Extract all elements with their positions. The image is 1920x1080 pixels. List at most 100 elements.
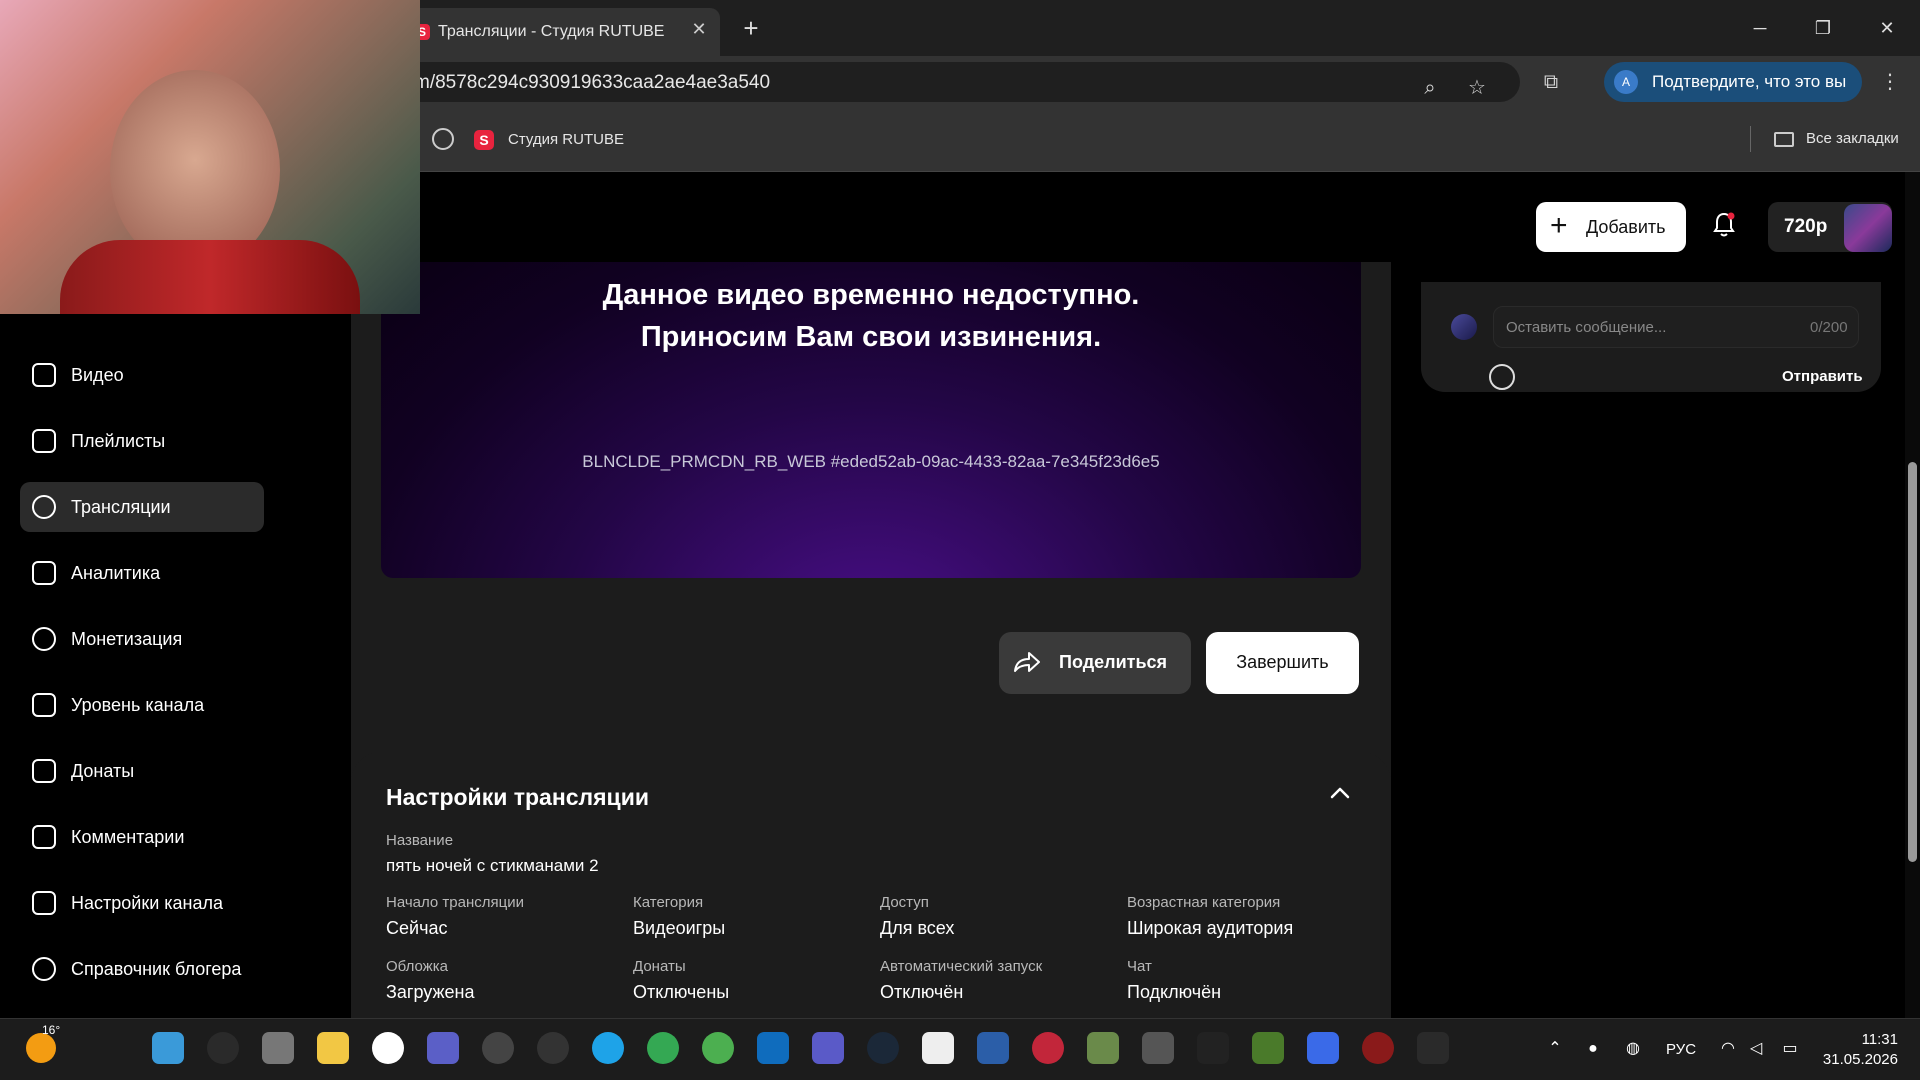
sidebar-item-2[interactable]: Трансляции (20, 482, 264, 532)
globe-icon[interactable] (432, 128, 454, 150)
clock-time[interactable]: 11:31 (1818, 1031, 1898, 1048)
app-icon[interactable] (1417, 1032, 1449, 1064)
profile-avatar: A (1614, 70, 1638, 94)
battery-icon[interactable]: ▭ (1780, 1039, 1800, 1059)
epic-games-icon[interactable] (1197, 1032, 1229, 1064)
app-icon[interactable] (812, 1032, 844, 1064)
app-icon[interactable] (1087, 1032, 1119, 1064)
setting-label: Доступ (880, 894, 929, 911)
extensions-icon[interactable]: ⧉ (1533, 64, 1569, 100)
language-indicator[interactable]: РУС (1666, 1041, 1696, 1058)
chevron-up-icon[interactable] (1329, 782, 1351, 804)
menu-icon[interactable]: ⋮ (1872, 64, 1908, 100)
app-icon[interactable] (1362, 1032, 1394, 1064)
stream-player-card: Данное видео временно недоступно. Принос… (351, 262, 1391, 812)
sidebar-item-1[interactable]: Плейлисты (20, 416, 264, 466)
weather-icon[interactable] (26, 1033, 56, 1063)
sidebar-item-label: Монетизация (71, 629, 183, 649)
bookmark-star-icon[interactable]: ☆ (1459, 70, 1495, 106)
sidebar-item-3[interactable]: Аналитика (20, 548, 264, 598)
task-view-icon[interactable] (262, 1032, 294, 1064)
volume-icon[interactable]: ◁ (1746, 1039, 1766, 1059)
sidebar-item-5[interactable]: Уровень канала (20, 680, 264, 730)
app-icon[interactable] (977, 1032, 1009, 1064)
scroll-thumb[interactable] (1908, 462, 1917, 862)
sidebar-item-0[interactable]: Видео (20, 350, 264, 400)
verify-identity-button[interactable]: A Подтвердите, что это вы (1604, 62, 1862, 102)
sidebar-item-4[interactable]: Монетизация (20, 614, 264, 664)
chat-message-input[interactable]: Оставить сообщение... 0/200 (1493, 306, 1859, 348)
video-icon (32, 363, 56, 387)
all-bookmarks-label: Все закладки (1806, 130, 1899, 147)
sidebar-item-label: Трансляции (71, 497, 171, 517)
app-icon[interactable] (922, 1032, 954, 1064)
sidebar-item-8[interactable]: Настройки канала (20, 878, 264, 928)
restore-button[interactable]: ❐ (1803, 14, 1843, 42)
all-bookmarks[interactable]: Все закладки (1774, 130, 1899, 147)
bookmark-separator (1750, 126, 1751, 152)
start-icon[interactable] (152, 1032, 184, 1064)
vpn-icon[interactable]: ◍ (1623, 1039, 1643, 1059)
zoom-icon[interactable]: ⌕ (1412, 70, 1448, 106)
clock-date[interactable]: 31.05.2026 (1818, 1051, 1898, 1068)
chrome-icon[interactable] (647, 1032, 679, 1064)
tab-title: Трансляции - Студия RUTUBE (438, 23, 665, 40)
stream-settings-card: Настройки трансляции Название пять ночей… (351, 752, 1391, 1018)
search-icon[interactable] (207, 1032, 239, 1064)
app-icon[interactable] (537, 1032, 569, 1064)
steam-icon[interactable] (867, 1032, 899, 1064)
send-button[interactable]: Отправить (1782, 368, 1863, 385)
bookmark-studio-rutube[interactable]: S Студия RUTUBE (474, 130, 624, 150)
url-text[interactable]: m/8578c294c930919633caa2ae4ae3a540 (414, 72, 770, 94)
file-explorer-icon[interactable] (317, 1032, 349, 1064)
sidebar-item-label: Уровень канала (71, 695, 205, 715)
bell-icon[interactable] (1712, 212, 1736, 238)
sidebar-item-label: Аналитика (71, 563, 161, 583)
microphone-icon[interactable]: ● (1583, 1039, 1603, 1059)
store-icon[interactable] (757, 1032, 789, 1064)
app-icon[interactable] (1142, 1032, 1174, 1064)
gear-icon (32, 891, 56, 915)
setting-label: Донаты (633, 958, 686, 975)
info-icon (32, 957, 56, 981)
utorrent-icon[interactable] (702, 1032, 734, 1064)
setting-value: Широкая аудитория (1127, 918, 1294, 938)
channel-avatar[interactable] (1844, 204, 1892, 252)
wallet-icon (32, 759, 56, 783)
broadcast-icon (32, 495, 56, 519)
tray-overflow-icon[interactable]: ⌃ (1545, 1039, 1565, 1059)
sidebar-item-label: Настройки канала (71, 893, 224, 913)
end-stream-button[interactable]: Завершить (1206, 632, 1359, 694)
teams-icon[interactable] (427, 1032, 459, 1064)
setting-value: Отключён (880, 982, 964, 1002)
unavailable-message: Данное видео временно недоступно. Принос… (381, 274, 1361, 358)
app-icon[interactable] (1032, 1032, 1064, 1064)
close-window-button[interactable]: ✕ (1867, 14, 1907, 42)
minecraft-icon[interactable] (1252, 1032, 1284, 1064)
tab-close-icon[interactable]: ✕ (688, 18, 710, 40)
share-button[interactable]: Поделиться (999, 632, 1191, 694)
quality-selector[interactable]: 720p (1768, 202, 1892, 252)
bookmark-label: Студия RUTUBE (508, 130, 624, 148)
sidebar-item-7[interactable]: Комментарии (20, 812, 264, 862)
address-bar[interactable]: m/8578c294c930919633caa2ae4ae3a540 ⌕ ☆ (300, 62, 1520, 102)
sidebar-item-9[interactable]: Справочник блогера (20, 944, 264, 994)
add-button[interactable]: + Добавить (1536, 202, 1686, 252)
page-scrollbar[interactable] (1905, 172, 1920, 1018)
analytics-icon (32, 561, 56, 585)
roblox-icon[interactable] (1307, 1032, 1339, 1064)
settings-title: Настройки трансляции (386, 784, 649, 810)
new-tab-button[interactable]: + (736, 14, 766, 44)
browser-tab[interactable]: S Трансляции - Студия RUTUBE ✕ (400, 8, 720, 56)
folder-icon (1774, 131, 1794, 147)
sidebar-item-6[interactable]: Донаты (20, 746, 264, 796)
minimize-button[interactable]: ─ (1740, 14, 1780, 42)
edge-icon[interactable] (592, 1032, 624, 1064)
emoji-icon[interactable] (1489, 364, 1515, 390)
yandex-browser-icon[interactable] (372, 1032, 404, 1064)
wifi-icon[interactable]: ◠ (1718, 1039, 1738, 1059)
app-icon[interactable] (482, 1032, 514, 1064)
unavailable-line-2: Приносим Вам свои извинения. (640, 321, 1102, 353)
video-player[interactable]: Данное видео временно недоступно. Принос… (381, 262, 1361, 578)
sidebar-item-label: Видео (71, 365, 124, 385)
